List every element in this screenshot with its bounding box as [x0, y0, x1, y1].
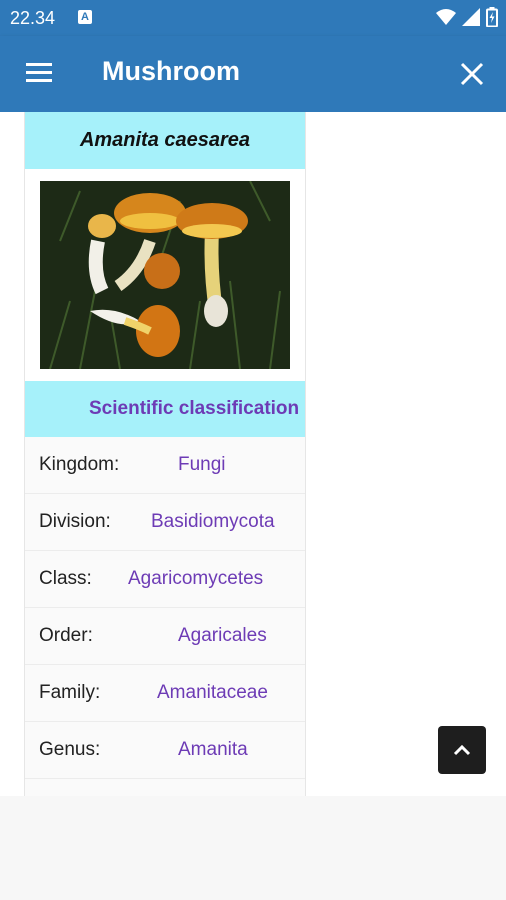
menu-button[interactable]: [24, 60, 56, 88]
close-button[interactable]: [458, 60, 486, 88]
row-value: Amanita: [178, 739, 248, 760]
row-label: Genus:: [39, 739, 101, 760]
bottom-area: [0, 796, 506, 900]
row-value: Amanitaceae: [157, 682, 268, 703]
row-label: Class:: [39, 568, 92, 589]
notification-icon: A: [78, 10, 92, 24]
classification-header: Scientific classification: [25, 381, 305, 437]
status-time: 22.34: [10, 8, 56, 28]
app-bar: Mushroom: [0, 36, 506, 112]
row-value: Agaricales: [178, 625, 267, 646]
mushroom-photo: [40, 181, 290, 369]
row-label: Division:: [39, 511, 111, 532]
classification-row: Genus: Amanita: [25, 722, 305, 779]
chevron-up-icon: [453, 744, 471, 756]
classification-row: Division: Basidiomycota: [25, 494, 305, 551]
status-bar: 22.34 A: [0, 0, 506, 36]
classification-row: Family: Amanitaceae: [25, 665, 305, 722]
close-icon: [460, 62, 484, 86]
page-title: Mushroom: [102, 56, 240, 86]
row-label: Order:: [39, 625, 93, 646]
species-name: Amanita caesarea: [25, 112, 305, 169]
row-label: Kingdom:: [39, 454, 120, 475]
photo-container: [25, 169, 305, 381]
status-icons: [436, 7, 498, 27]
species-card: Amanita caesarea Scientific classificati…: [24, 112, 306, 796]
row-label: Family:: [39, 682, 101, 703]
row-value: Basidiomycota: [151, 511, 275, 532]
menu-icon: [26, 63, 52, 82]
row-value: Fungi: [178, 454, 226, 475]
content-area[interactable]: Amanita caesarea Scientific classificati…: [0, 112, 506, 796]
classification-row: Kingdom: Fungi: [25, 437, 305, 494]
scroll-to-top-button[interactable]: [438, 726, 486, 774]
classification-row: Order: Agaricales: [25, 608, 305, 665]
signal-icon: [462, 8, 480, 26]
classification-row: Class: Agaricomycetes: [25, 551, 305, 608]
wifi-icon: [436, 9, 456, 25]
row-value: Agaricomycetes: [128, 568, 264, 589]
battery-icon: [486, 7, 498, 27]
classification-row-empty: [25, 779, 305, 796]
